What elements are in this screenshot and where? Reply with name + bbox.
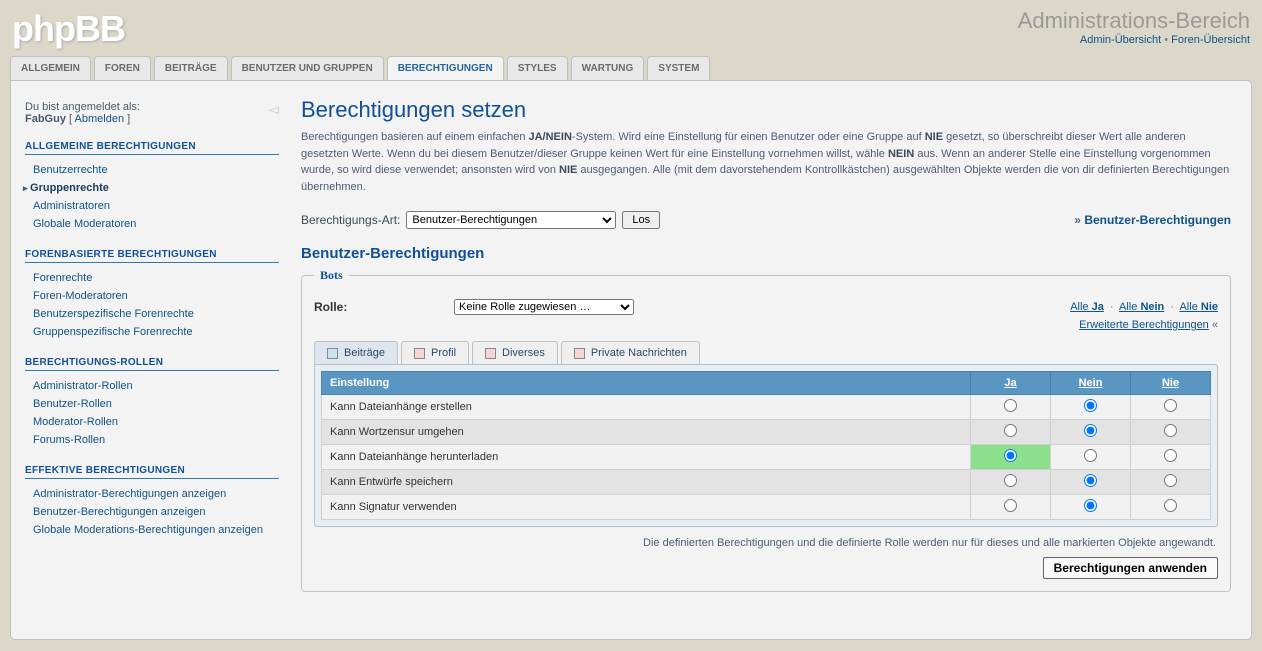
link-admin-overview[interactable]: Admin-Übersicht xyxy=(1080,34,1161,46)
intro-text: Berechtigungen basieren auf einem einfac… xyxy=(301,129,1231,195)
table-row: Kann Dateianhänge herunterladen xyxy=(322,445,1211,470)
radio-no[interactable] xyxy=(1084,499,1097,512)
advanced-permissions-link[interactable]: Erweiterte Berechtigungen xyxy=(1079,319,1209,331)
table-row: Kann Signatur verwenden xyxy=(322,495,1211,520)
subtab-indicator-icon xyxy=(414,348,425,359)
all-yes-link[interactable]: Alle Ja xyxy=(1070,301,1104,313)
setting-label: Kann Entwürfe speichern xyxy=(322,470,971,495)
radio-no[interactable] xyxy=(1084,449,1097,462)
tab-foren[interactable]: FOREN xyxy=(95,57,150,80)
sidebar-heading: ALLGEMEINE BERECHTIGUNGEN xyxy=(25,141,279,155)
sidebar-item[interactable]: Forums-Rollen xyxy=(33,434,105,446)
sidebar-item[interactable]: Administratoren xyxy=(33,200,110,212)
radio-no[interactable] xyxy=(1084,399,1097,412)
sidebar-heading: EFFEKTIVE BERECHTIGUNGEN xyxy=(25,465,279,479)
logout-bracket: [ Abmelden ] xyxy=(69,113,130,125)
table-row: Kann Entwürfe speichern xyxy=(322,470,1211,495)
radio-never[interactable] xyxy=(1164,424,1177,437)
sidebar-toggle-icon[interactable]: ◅ xyxy=(268,101,279,118)
radio-yes[interactable] xyxy=(1004,424,1017,437)
separator: • xyxy=(1161,34,1171,46)
subtab-indicator-icon xyxy=(327,348,338,359)
tab-wartung[interactable]: WARTUNG xyxy=(572,57,644,80)
table-row: Kann Dateianhänge erstellen xyxy=(322,395,1211,420)
page-title: Berechtigungen setzen xyxy=(301,97,1231,123)
permissions-fieldset: Bots Rolle: Keine Rolle zugewiesen … All… xyxy=(301,268,1231,592)
radio-never[interactable] xyxy=(1164,474,1177,487)
th-yes[interactable]: Ja xyxy=(971,372,1051,395)
permission-type-select[interactable]: Benutzer-Berechtigungen xyxy=(406,211,616,229)
subtab-beiträge[interactable]: Beiträge xyxy=(314,341,398,364)
all-never-link[interactable]: Alle Nie xyxy=(1179,301,1218,313)
table-row: Kann Wortzensur umgehen xyxy=(322,420,1211,445)
logout-link[interactable]: Abmelden xyxy=(75,113,125,125)
subtab-indicator-icon xyxy=(574,348,585,359)
login-user: FabGuy xyxy=(25,113,66,125)
type-label: Berechtigungs-Art: xyxy=(301,213,400,227)
fieldset-legend: Bots xyxy=(314,268,349,283)
sidebar-item[interactable]: Moderator-Rollen xyxy=(33,416,118,428)
radio-never[interactable] xyxy=(1164,499,1177,512)
tab-allgemein[interactable]: ALLGEMEIN xyxy=(11,57,90,80)
radio-yes[interactable] xyxy=(1004,399,1017,412)
login-prefix: Du bist angemeldet als: xyxy=(25,101,140,113)
radio-no[interactable] xyxy=(1084,474,1097,487)
sidebar-item[interactable]: Administrator-Berechtigungen anzeigen xyxy=(33,488,226,500)
role-select[interactable]: Keine Rolle zugewiesen … xyxy=(454,299,634,315)
tab-styles[interactable]: STYLES xyxy=(508,57,567,80)
sidebar-item[interactable]: Benutzer-Rollen xyxy=(33,398,112,410)
th-never[interactable]: Nie xyxy=(1131,372,1211,395)
apply-button[interactable]: Berechtigungen anwenden xyxy=(1043,557,1218,579)
sidebar-item[interactable]: Benutzer-Berechtigungen anzeigen xyxy=(33,506,205,518)
role-label: Rolle: xyxy=(314,300,434,314)
main-tabs: ALLGEMEINFORENBEITRÄGEBENUTZER UND GRUPP… xyxy=(0,56,1262,80)
link-forum-overview[interactable]: Foren-Übersicht xyxy=(1171,34,1250,46)
sidebar-item[interactable]: Foren-Moderatoren xyxy=(33,290,128,302)
sidebar-heading: BERECHTIGUNGS-ROLLEN xyxy=(25,357,279,371)
go-button[interactable]: Los xyxy=(622,211,660,229)
setting-label: Kann Wortzensur umgehen xyxy=(322,420,971,445)
sidebar-item[interactable]: Administrator-Rollen xyxy=(33,380,133,392)
th-no[interactable]: Nein xyxy=(1051,372,1131,395)
tab-berechtigungen[interactable]: BERECHTIGUNGEN xyxy=(388,57,503,80)
radio-yes[interactable] xyxy=(1004,499,1017,512)
subtab-indicator-icon xyxy=(485,348,496,359)
setting-label: Kann Dateianhänge erstellen xyxy=(322,395,971,420)
subtab-diverses[interactable]: Diverses xyxy=(472,341,558,364)
sidebar-item[interactable]: Benutzerspezifische Forenrechte xyxy=(33,308,194,320)
subtab-private-nachrichten[interactable]: Private Nachrichten xyxy=(561,341,700,364)
main-content: Berechtigungen setzen Berechtigungen bas… xyxy=(291,91,1241,629)
sidebar-item[interactable]: Gruppenspezifische Forenrechte xyxy=(33,326,193,338)
setting-label: Kann Dateianhänge herunterladen xyxy=(322,445,971,470)
radio-yes[interactable] xyxy=(1004,474,1017,487)
th-setting: Einstellung xyxy=(322,372,971,395)
breadcrumb-link[interactable]: Benutzer-Berechtigungen xyxy=(1084,213,1231,227)
quick-links: Alle Ja · Alle Nein · Alle Nie xyxy=(1070,301,1218,313)
radio-never[interactable] xyxy=(1164,449,1177,462)
sidebar-heading: FORENBASIERTE BERECHTIGUNGEN xyxy=(25,249,279,263)
radio-yes[interactable] xyxy=(1004,449,1017,462)
admin-area-title: Administrations-Bereich xyxy=(1018,8,1250,34)
permissions-table: Einstellung Ja Nein Nie Kann Dateianhäng… xyxy=(321,371,1211,520)
sidebar-item[interactable]: Globale Moderations-Berechtigungen anzei… xyxy=(33,524,263,536)
radio-never[interactable] xyxy=(1164,399,1177,412)
sidebar: ◅ Du bist angemeldet als: FabGuy [ Abmel… xyxy=(21,91,291,629)
sidebar-item[interactable]: Benutzerrechte xyxy=(33,164,108,176)
setting-label: Kann Signatur verwenden xyxy=(322,495,971,520)
tab-benutzer-und-gruppen[interactable]: BENUTZER UND GRUPPEN xyxy=(232,57,383,80)
section-title: Benutzer-Berechtigungen xyxy=(301,245,1231,262)
tab-beiträge[interactable]: BEITRÄGE xyxy=(155,57,227,80)
radio-no[interactable] xyxy=(1084,424,1097,437)
breadcrumb-prefix: » xyxy=(1074,213,1084,227)
sidebar-item[interactable]: Gruppenrechte xyxy=(30,182,109,194)
footer-note: Die definierten Berechtigungen und die d… xyxy=(316,537,1216,549)
subtab-profil[interactable]: Profil xyxy=(401,341,469,364)
sidebar-item[interactable]: Globale Moderatoren xyxy=(33,218,136,230)
sidebar-item[interactable]: Forenrechte xyxy=(33,272,92,284)
tab-system[interactable]: SYSTEM xyxy=(648,57,709,80)
logo: phpBB xyxy=(12,8,125,50)
all-no-link[interactable]: Alle Nein xyxy=(1119,301,1164,313)
